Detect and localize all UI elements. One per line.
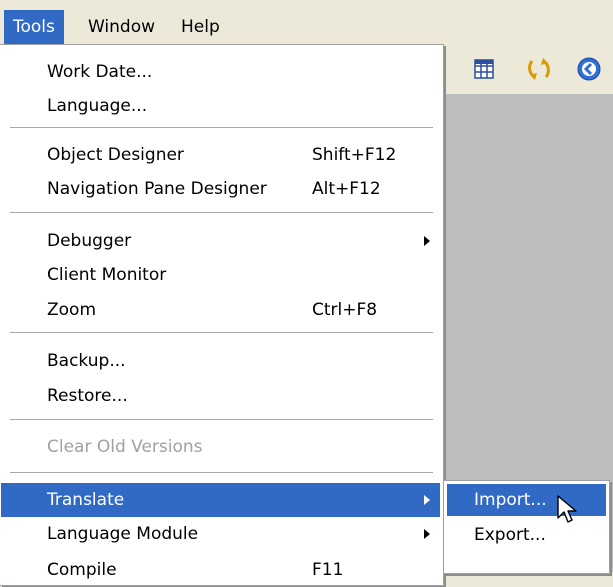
menu-separator <box>10 332 433 333</box>
tools-menu: Work Date... Language... Object Designer… <box>0 44 444 586</box>
menu-item-label: Work Date... <box>47 62 153 82</box>
menu-help[interactable]: Help <box>172 10 229 44</box>
menu-item-compile[interactable]: Compile F11 <box>1 553 440 587</box>
menu-item-translate[interactable]: Translate <box>1 483 440 517</box>
menu-separator <box>10 472 433 473</box>
menu-item-language[interactable]: Language... <box>1 89 440 123</box>
menu-item-navigation-pane-designer[interactable]: Navigation Pane Designer Alt+F12 <box>1 172 440 206</box>
menu-item-client-monitor[interactable]: Client Monitor <box>1 258 440 292</box>
menu-item-label: Backup... <box>47 351 126 371</box>
menu-item-label: Clear Old Versions <box>47 437 203 457</box>
menu-item-label: Debugger <box>47 231 132 251</box>
toolbar <box>445 46 613 94</box>
menu-separator <box>10 212 433 213</box>
submenu-item-label: Import... <box>474 490 547 510</box>
grid-icon[interactable] <box>472 56 498 82</box>
menu-item-label: Translate <box>47 490 125 510</box>
menu-bar: Tools Window Help <box>0 0 613 46</box>
mouse-cursor-icon <box>557 495 577 523</box>
menu-item-label: Object Designer <box>47 145 184 165</box>
menu-item-work-date[interactable]: Work Date... <box>1 55 440 89</box>
menu-item-clear-old-versions: Clear Old Versions <box>1 430 440 464</box>
menu-separator <box>10 419 433 420</box>
menu-item-shortcut: F11 <box>312 560 344 580</box>
menu-item-shortcut: Ctrl+F8 <box>312 300 378 320</box>
menu-item-restore[interactable]: Restore... <box>1 379 440 413</box>
menu-item-shortcut: Shift+F12 <box>312 145 397 165</box>
menu-item-debugger[interactable]: Debugger <box>1 224 440 258</box>
menu-item-label: Compile <box>47 560 117 580</box>
info-icon[interactable] <box>576 56 602 82</box>
menu-item-zoom[interactable]: Zoom Ctrl+F8 <box>1 293 440 327</box>
menu-item-backup[interactable]: Backup... <box>1 344 440 378</box>
menu-item-label: Zoom <box>47 300 97 320</box>
submenu-item-label: Export... <box>474 525 546 545</box>
menu-item-object-designer[interactable]: Object Designer Shift+F12 <box>1 138 440 172</box>
submenu-arrow-icon <box>424 236 430 246</box>
menu-item-label: Navigation Pane Designer <box>47 179 267 199</box>
menu-item-language-module[interactable]: Language Module <box>1 517 440 551</box>
translate-submenu: Import... Export... <box>443 480 610 574</box>
submenu-arrow-icon <box>424 529 430 539</box>
menu-separator <box>10 127 433 128</box>
menu-tools[interactable]: Tools <box>4 10 64 44</box>
menu-window[interactable]: Window <box>79 10 164 44</box>
menu-item-label: Language... <box>47 96 148 116</box>
menu-item-shortcut: Alt+F12 <box>312 179 381 199</box>
menu-item-label: Restore... <box>47 386 128 406</box>
submenu-arrow-icon <box>424 495 430 505</box>
menu-item-label: Language Module <box>47 524 199 544</box>
refresh-icon[interactable] <box>526 56 552 82</box>
menu-item-label: Client Monitor <box>47 265 167 285</box>
